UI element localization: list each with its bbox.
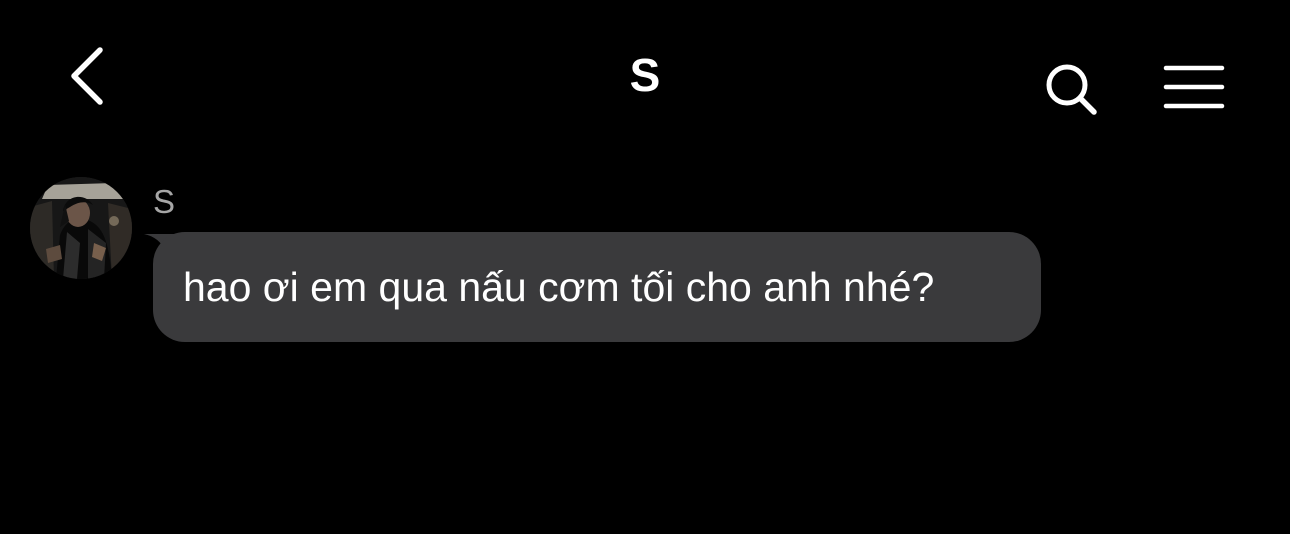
search-button[interactable] xyxy=(1036,54,1106,124)
hamburger-menu-icon xyxy=(1163,65,1225,109)
message-bubble[interactable]: hao ơi em qua nấu cơm tối cho anh nhé? xyxy=(153,232,1041,342)
search-icon xyxy=(1046,64,1097,115)
avatar[interactable] xyxy=(30,177,132,279)
menu-button[interactable] xyxy=(1154,52,1234,122)
contact-avatar-photo xyxy=(30,177,132,279)
sender-name: S xyxy=(153,183,176,220)
chevron-left-icon xyxy=(71,47,103,105)
back-button[interactable] xyxy=(58,40,118,110)
chat-header: S xyxy=(0,0,1290,150)
message-row: S hao ơi em qua nấu cơm tối cho anh nhé? xyxy=(0,170,1290,360)
message-text: hao ơi em qua nấu cơm tối cho anh nhé? xyxy=(183,264,935,310)
conversation-title: S xyxy=(629,49,661,101)
